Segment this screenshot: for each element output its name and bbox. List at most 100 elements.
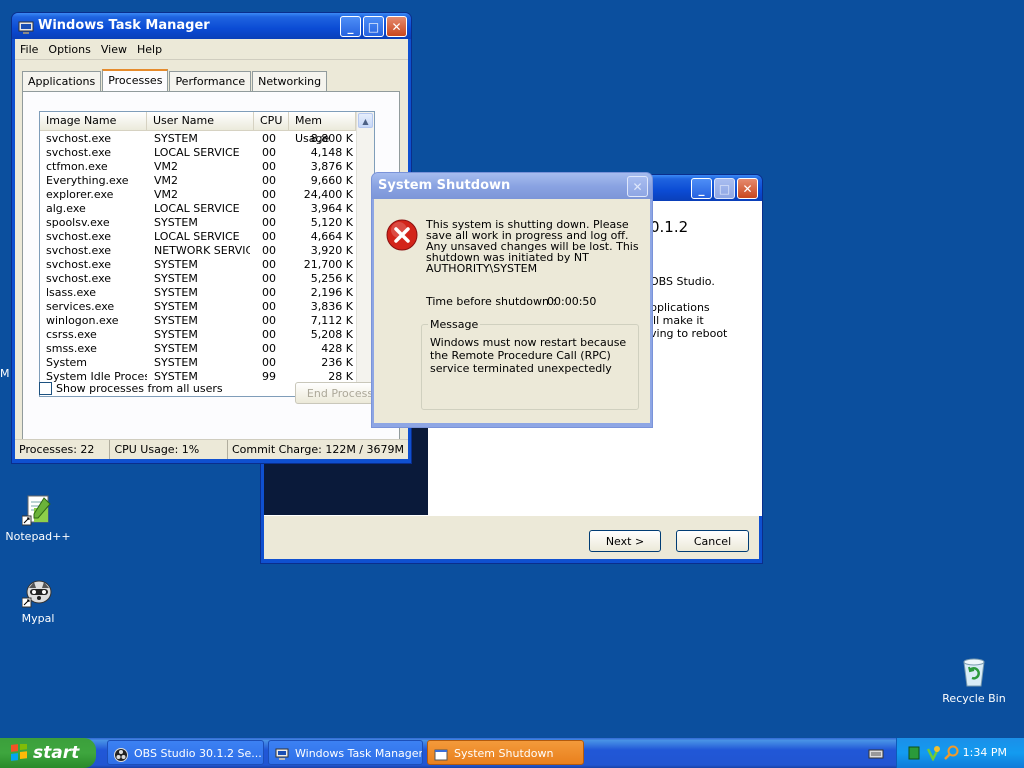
scroll-up-arrow-icon[interactable]: ▲ bbox=[358, 113, 373, 128]
process-user-name: LOCAL SERVICE bbox=[154, 146, 240, 159]
process-row[interactable]: System SYSTEM 00 236 K bbox=[40, 356, 356, 370]
process-cpu: 00 bbox=[262, 230, 276, 243]
obs-close-button[interactable]: ✕ bbox=[737, 178, 758, 199]
process-row[interactable]: svchost.exe LOCAL SERVICE 00 4,664 K bbox=[40, 230, 356, 244]
menu-options[interactable]: Options bbox=[43, 43, 95, 56]
process-list[interactable]: Image Name User Name CPU Mem Usage svcho… bbox=[39, 111, 375, 397]
start-button[interactable]: start bbox=[0, 738, 96, 768]
obs-text-line1: OBS Studio. bbox=[650, 275, 715, 288]
taskman-close-button[interactable]: ✕ bbox=[386, 16, 407, 37]
taskman-tabs: Applications Processes Performance Netwo… bbox=[22, 69, 328, 93]
menu-view[interactable]: View bbox=[96, 43, 132, 56]
tab-performance[interactable]: Performance bbox=[169, 71, 252, 91]
process-image-name: winlogon.exe bbox=[46, 314, 119, 327]
tab-processes[interactable]: Processes bbox=[102, 69, 169, 93]
process-mem-usage: 3,964 K bbox=[310, 202, 353, 215]
tab-networking[interactable]: Networking bbox=[252, 71, 328, 91]
taskman-menubar: File Options View Help bbox=[15, 39, 408, 60]
keyboard-icon[interactable] bbox=[868, 746, 884, 760]
process-image-name: svchost.exe bbox=[46, 132, 112, 145]
process-row[interactable]: winlogon.exe SYSTEM 00 7,112 K bbox=[40, 314, 356, 328]
process-cpu: 00 bbox=[262, 314, 276, 327]
process-row[interactable]: svchost.exe SYSTEM 00 5,256 K bbox=[40, 272, 356, 286]
tab-applications[interactable]: Applications bbox=[22, 71, 102, 91]
desktop-icon-mypal[interactable]: Mypal bbox=[3, 576, 73, 625]
tray-app-icon[interactable] bbox=[908, 746, 920, 760]
task-manager-window[interactable]: Windows Task Manager _ □ ✕ File Options … bbox=[11, 12, 412, 464]
taskbar-taskman-button[interactable]: Windows Task Manager bbox=[268, 740, 423, 765]
cancel-button[interactable]: Cancel bbox=[676, 530, 749, 552]
message-group-title: Message bbox=[428, 318, 481, 331]
col-cpu[interactable]: CPU bbox=[254, 112, 289, 130]
time-before-shutdown-label: Time before shutdown : bbox=[426, 295, 557, 308]
shutdown-title-buttons: ✕ bbox=[627, 176, 648, 197]
shutdown-warning-text: This system is shutting down. Please sav… bbox=[426, 218, 639, 275]
taskbar-obs-button[interactable]: OBS Studio 30.1.2 Se... bbox=[107, 740, 264, 765]
col-image-name[interactable]: Image Name bbox=[40, 112, 147, 130]
taskman-app-icon bbox=[18, 19, 34, 34]
system-shutdown-dialog[interactable]: System Shutdown ✕ This system is shuttin… bbox=[371, 172, 653, 428]
process-row[interactable]: smss.exe SYSTEM 00 428 K bbox=[40, 342, 356, 356]
process-image-name: ctfmon.exe bbox=[46, 160, 108, 173]
process-row[interactable]: svchost.exe SYSTEM 00 8,800 K bbox=[40, 132, 356, 146]
process-row[interactable]: spoolsv.exe SYSTEM 00 5,120 K bbox=[40, 216, 356, 230]
taskbar-shutdown-label: System Shutdown bbox=[454, 747, 554, 760]
process-image-name: services.exe bbox=[46, 300, 115, 313]
desktop-icon-notepadpp[interactable]: Notepad++ bbox=[3, 494, 73, 543]
desktop-icon-recycle-bin[interactable]: Recycle Bin bbox=[939, 656, 1009, 705]
process-image-name: explorer.exe bbox=[46, 188, 114, 201]
process-row[interactable]: svchost.exe SYSTEM 00 21,700 K bbox=[40, 258, 356, 272]
show-all-users-checkbox[interactable] bbox=[39, 382, 52, 395]
recycle-bin-label: Recycle Bin bbox=[942, 692, 1006, 705]
process-row[interactable]: alg.exe LOCAL SERVICE 00 3,964 K bbox=[40, 202, 356, 216]
recycle-bin-icon bbox=[958, 656, 990, 688]
tray-clock[interactable]: 1:34 PM bbox=[963, 738, 1007, 768]
col-user-name[interactable]: User Name bbox=[147, 112, 254, 130]
process-row[interactable]: ctfmon.exe VM2 00 3,876 K bbox=[40, 160, 356, 174]
notepadpp-label: Notepad++ bbox=[5, 530, 71, 543]
process-mem-usage: 4,148 K bbox=[310, 146, 353, 159]
menu-help[interactable]: Help bbox=[132, 43, 167, 56]
process-image-name: svchost.exe bbox=[46, 272, 112, 285]
menu-file[interactable]: File bbox=[15, 43, 43, 56]
show-all-users-row[interactable]: Show processes from all users bbox=[39, 382, 223, 395]
obs-minimize-button[interactable]: _ bbox=[691, 178, 712, 199]
process-row[interactable]: svchost.exe LOCAL SERVICE 00 4,148 K bbox=[40, 146, 356, 160]
taskman-minimize-button[interactable]: _ bbox=[340, 16, 361, 37]
process-user-name: SYSTEM bbox=[154, 216, 198, 229]
process-image-name: spoolsv.exe bbox=[46, 216, 110, 229]
process-row[interactable]: explorer.exe VM2 00 24,400 K bbox=[40, 188, 356, 202]
error-icon bbox=[386, 219, 418, 251]
process-image-name: svchost.exe bbox=[46, 258, 112, 271]
status-cpu: CPU Usage: 1% bbox=[110, 440, 228, 459]
process-image-name: Everything.exe bbox=[46, 174, 129, 187]
process-row[interactable]: services.exe SYSTEM 00 3,836 K bbox=[40, 300, 356, 314]
taskbar-shutdown-button[interactable]: System Shutdown bbox=[427, 740, 584, 765]
tray-network-icon[interactable] bbox=[925, 745, 941, 762]
tray-search-icon[interactable] bbox=[944, 745, 960, 761]
process-row[interactable]: Everything.exe VM2 00 9,660 K bbox=[40, 174, 356, 188]
taskman-title-bar[interactable]: Windows Task Manager _ □ ✕ bbox=[12, 13, 411, 39]
process-user-name: SYSTEM bbox=[154, 356, 198, 369]
process-row[interactable]: svchost.exe NETWORK SERVICE 00 3,920 K bbox=[40, 244, 356, 258]
taskman-maximize-button[interactable]: □ bbox=[363, 16, 384, 37]
process-row[interactable]: lsass.exe SYSTEM 00 2,196 K bbox=[40, 286, 356, 300]
shutdown-window-icon bbox=[434, 746, 448, 761]
process-row[interactable]: csrss.exe SYSTEM 00 5,208 K bbox=[40, 328, 356, 342]
taskman-title-buttons: _ □ ✕ bbox=[340, 16, 407, 37]
process-user-name: NETWORK SERVICE bbox=[154, 244, 250, 257]
obs-text-line2: pplications ill make it ving to reboot bbox=[650, 301, 727, 340]
obs-footer: Next > Cancel bbox=[264, 515, 762, 560]
process-cpu: 00 bbox=[262, 216, 276, 229]
taskman-statusbar: Processes: 22 CPU Usage: 1% Commit Charg… bbox=[15, 439, 408, 459]
process-cpu: 00 bbox=[262, 328, 276, 341]
process-user-name: LOCAL SERVICE bbox=[154, 202, 240, 215]
process-mem-usage: 3,876 K bbox=[310, 160, 353, 173]
process-user-name: SYSTEM bbox=[154, 328, 198, 341]
process-cpu: 00 bbox=[262, 188, 276, 201]
notepadpp-icon bbox=[21, 494, 54, 526]
process-image-name: lsass.exe bbox=[46, 286, 96, 299]
next-button[interactable]: Next > bbox=[589, 530, 661, 552]
col-mem-usage[interactable]: Mem Usage bbox=[289, 112, 356, 145]
shutdown-title-bar[interactable]: System Shutdown ✕ bbox=[372, 173, 652, 199]
